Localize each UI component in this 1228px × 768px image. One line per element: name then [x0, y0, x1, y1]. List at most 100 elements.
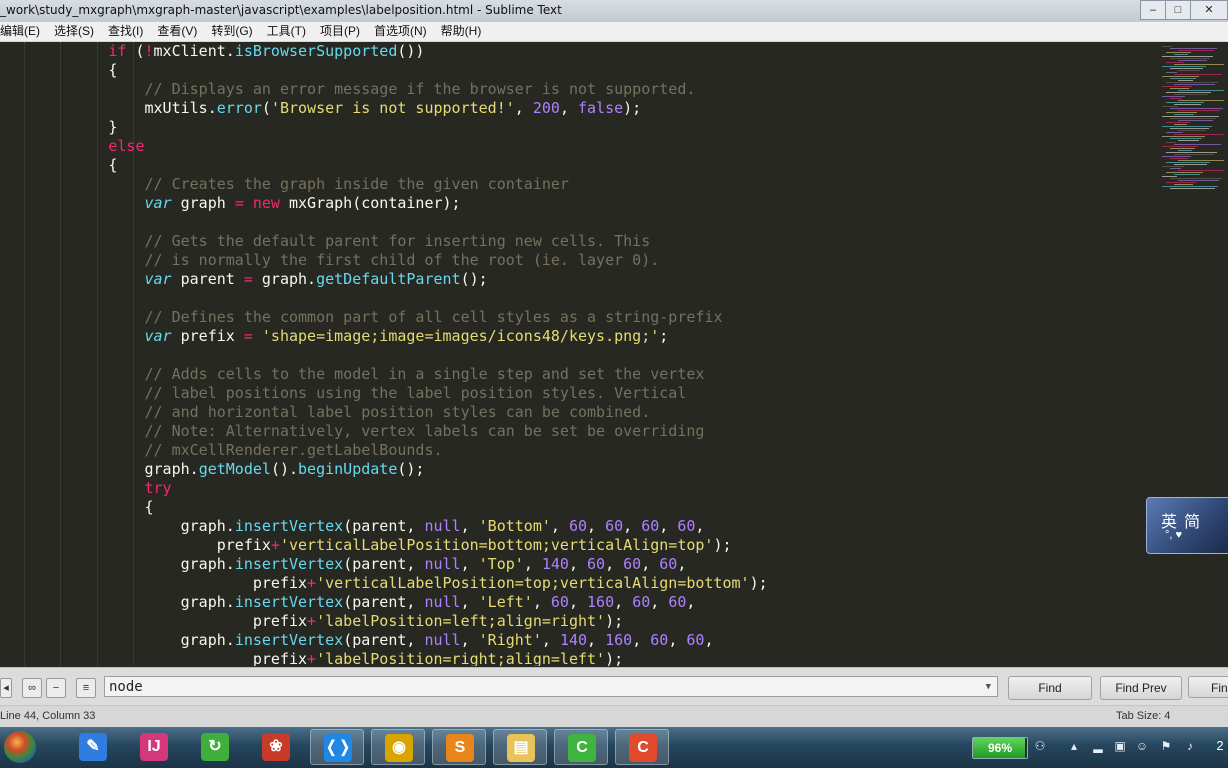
volume-icon[interactable]: ♪	[1182, 738, 1198, 754]
code-text[interactable]: if (!mxClient.isBrowserSupported()) { //…	[0, 42, 768, 666]
code-line[interactable]: // Adds cells to the model in a single s…	[0, 365, 768, 384]
sublime-icon[interactable]: S	[432, 729, 486, 765]
code-line[interactable]: graph.insertVertex(parent, null, 'Bottom…	[0, 517, 768, 536]
action-center-icon[interactable]: ⚑	[1158, 738, 1174, 754]
code-line[interactable]: prefix+'labelPosition=left;align=right')…	[0, 612, 768, 631]
code-token: mxUtils.	[0, 99, 217, 117]
code-line[interactable]	[0, 213, 768, 232]
chrome-icon[interactable]: ◉	[371, 729, 425, 765]
menu-view[interactable]: 查看(V)	[151, 22, 205, 41]
code-line[interactable]: // Defines the common part of all cell s…	[0, 308, 768, 327]
code-line[interactable]: prefix+'verticalLabelPosition=top;vertic…	[0, 574, 768, 593]
code-token: ().	[270, 460, 299, 478]
code-line[interactable]: // is normally the first child of the ro…	[0, 251, 768, 270]
code-token: // Note: Alternatively, vertex labels ca…	[144, 422, 705, 440]
find-option-toggle[interactable]: ◂	[0, 678, 12, 698]
code-token: ;	[659, 327, 669, 345]
code-editor[interactable]: if (!mxClient.isBrowserSupported()) { //…	[0, 42, 1158, 666]
code-line[interactable]: try	[0, 479, 768, 498]
find-all-button[interactable]: Fin	[1188, 676, 1228, 698]
ime-toolbar[interactable]: 英 简 °, ♥	[1146, 497, 1228, 554]
code-token: var	[144, 327, 172, 345]
code-token: ,	[460, 555, 479, 573]
show-hidden-icons[interactable]: ▴	[1066, 738, 1082, 754]
intellij-icon[interactable]: IJ	[127, 729, 181, 765]
code-line[interactable]: var graph = new mxGraph(container);	[0, 194, 768, 213]
code-token: if	[108, 42, 127, 60]
minimize-button[interactable]: –	[1140, 0, 1166, 20]
code-line[interactable]: graph.insertVertex(parent, null, 'Left',…	[0, 593, 768, 612]
code-line[interactable]: // Gets the default parent for inserting…	[0, 232, 768, 251]
menu-edit[interactable]: 编辑(E)	[0, 22, 48, 41]
find-prev-button[interactable]: Find Prev	[1100, 676, 1182, 700]
code-line[interactable]: // Displays an error message if the brow…	[0, 80, 768, 99]
minimap[interactable]	[1158, 42, 1228, 666]
code-line[interactable]: // label positions using the label posit…	[0, 384, 768, 403]
find-button[interactable]: Find	[1008, 676, 1092, 700]
find-input[interactable]: node ▼	[104, 676, 998, 697]
minimap-line	[1162, 186, 1218, 187]
fiddler-icon[interactable]: ❀	[249, 729, 303, 765]
code-line[interactable]: mxUtils.error('Browser is not supported!…	[0, 99, 768, 118]
close-button[interactable]: ✕	[1190, 0, 1228, 20]
wechat-icon[interactable]: ☺	[1134, 738, 1150, 754]
menu-tools[interactable]: 工具(T)	[261, 22, 314, 41]
code-line[interactable]	[0, 289, 768, 308]
recorder-icon[interactable]: C	[615, 729, 669, 765]
code-token: ,	[568, 555, 588, 573]
network-share-icon[interactable]: ⚇	[1032, 738, 1048, 754]
minus-icon[interactable]: −	[46, 678, 66, 698]
maximize-button[interactable]: □	[1165, 0, 1191, 20]
browser-360-icon[interactable]: ↻	[188, 729, 242, 765]
code-line[interactable]: var parent = graph.getDefaultParent();	[0, 270, 768, 289]
code-token: insertVertex	[234, 631, 344, 649]
code-line[interactable]: {	[0, 498, 768, 517]
signal-icon[interactable]: ▂	[1090, 738, 1106, 754]
explorer-icon[interactable]: ▤	[493, 729, 547, 765]
code-token: ,	[686, 593, 696, 611]
code-line[interactable]: if (!mxClient.isBrowserSupported())	[0, 42, 768, 61]
code-line[interactable]: // and horizontal label position styles …	[0, 403, 768, 422]
minimap-line	[1178, 160, 1224, 161]
link-icon[interactable]: ∞	[22, 678, 42, 698]
code-line[interactable]: else	[0, 137, 768, 156]
code-token: 60	[568, 517, 588, 535]
list-icon[interactable]: ≡	[76, 678, 96, 698]
code-line[interactable]	[0, 346, 768, 365]
code-line[interactable]: var prefix = 'shape=image;image=images/i…	[0, 327, 768, 346]
code-line[interactable]: graph.insertVertex(parent, null, 'Top', …	[0, 555, 768, 574]
code-line[interactable]: // Creates the graph inside the given co…	[0, 175, 768, 194]
menu-goto[interactable]: 转到(G)	[205, 22, 260, 41]
pen-app-icon[interactable]: ✎	[66, 729, 120, 765]
camtasia-icon[interactable]: C	[554, 729, 608, 765]
code-token: {	[0, 61, 118, 79]
clock[interactable]: 2	[1212, 738, 1228, 754]
minimap-line	[1170, 98, 1182, 99]
menu-find[interactable]: 查找(I)	[102, 22, 151, 41]
code-line[interactable]: graph.insertVertex(parent, null, 'Right'…	[0, 631, 768, 650]
code-token: graph.	[252, 270, 317, 288]
chevron-down-icon[interactable]: ▼	[986, 677, 991, 698]
code-line[interactable]: prefix+'verticalLabelPosition=bottom;ver…	[0, 536, 768, 555]
code-line[interactable]: }	[0, 118, 768, 137]
code-line[interactable]: // mxCellRenderer.getLabelBounds.	[0, 441, 768, 460]
code-line[interactable]: {	[0, 61, 768, 80]
battery-indicator[interactable]: 96%	[972, 737, 1028, 759]
code-token: ,	[460, 593, 479, 611]
start-button[interactable]	[4, 731, 36, 763]
tab-size[interactable]: Tab Size: 4	[1116, 710, 1170, 722]
code-line[interactable]: // Note: Alternatively, vertex labels ca…	[0, 422, 768, 441]
minimap-line	[1178, 90, 1224, 91]
menu-selection[interactable]: 选择(S)	[48, 22, 102, 41]
menu-help[interactable]: 帮助(H)	[435, 22, 490, 41]
code-line[interactable]: graph.getModel().beginUpdate();	[0, 460, 768, 479]
code-line[interactable]: {	[0, 156, 768, 175]
minimap-line	[1162, 156, 1191, 157]
code-line[interactable]: prefix+'labelPosition=right;align=left')…	[0, 650, 768, 666]
menu-project[interactable]: 项目(P)	[314, 22, 368, 41]
vscode-icon[interactable]: ❬❭	[310, 729, 364, 765]
display-icon[interactable]: ▣	[1112, 738, 1128, 754]
menu-preferences[interactable]: 首选项(N)	[368, 22, 435, 41]
